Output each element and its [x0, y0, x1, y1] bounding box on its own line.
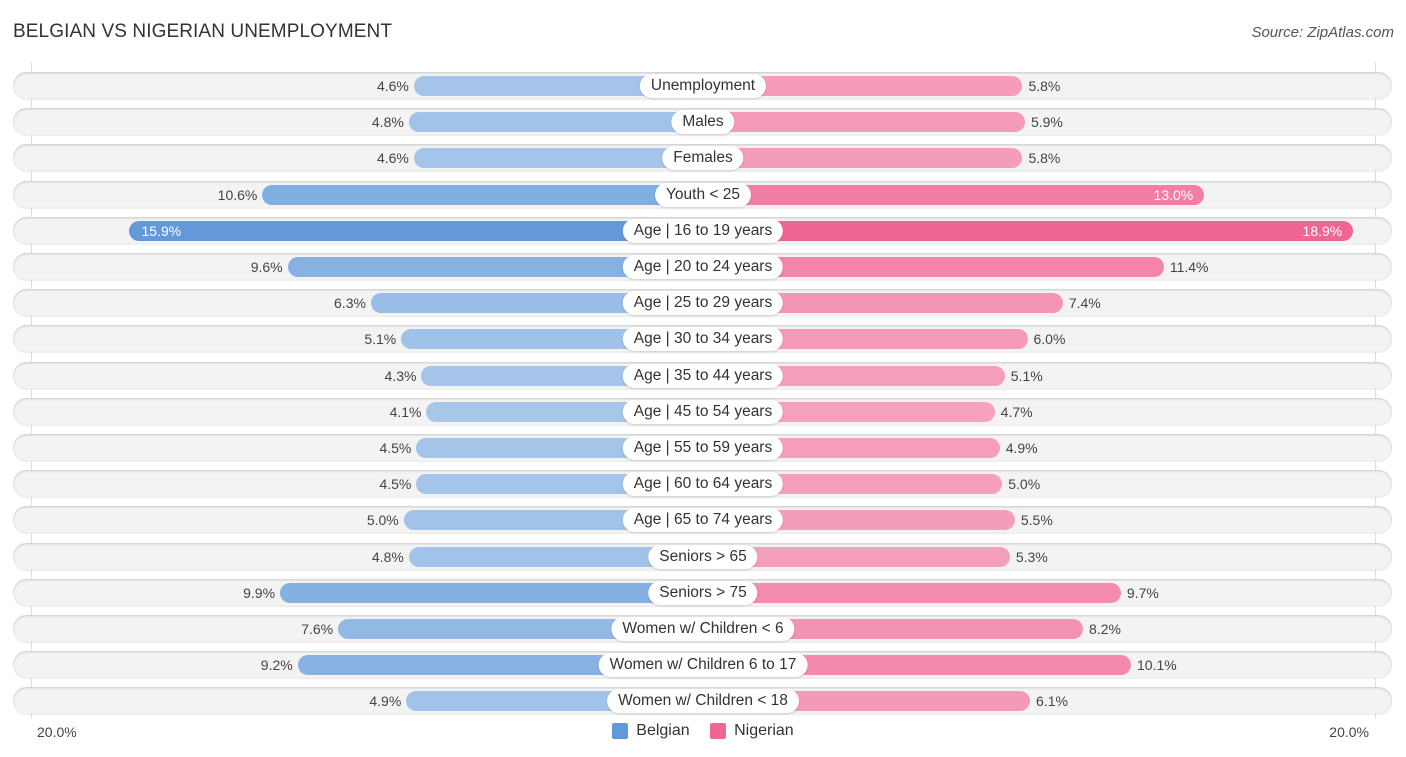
category-label: Males [671, 109, 735, 134]
category-label: Women w/ Children 6 to 17 [598, 652, 808, 677]
value-label-belgian: 4.5% [379, 475, 412, 492]
category-label: Females [662, 145, 744, 170]
legend-item-belgian[interactable]: Belgian [612, 722, 690, 740]
value-label-belgian: 5.1% [364, 330, 397, 347]
bar-belgian[interactable] [262, 184, 703, 205]
legend: Belgian Nigerian [0, 722, 1406, 744]
category-label: Age | 20 to 24 years [622, 254, 784, 279]
value-label-nigerian: 8.2% [1089, 620, 1121, 637]
legend-swatch-nigerian [710, 723, 727, 739]
value-label-nigerian: 7.4% [1068, 294, 1101, 311]
value-label-belgian: 4.3% [384, 367, 417, 384]
value-label-nigerian: 13.0% [1153, 186, 1194, 203]
value-label-nigerian: 11.4% [1169, 258, 1209, 275]
category-label: Age | 55 to 59 years [622, 435, 784, 460]
bar-nigerian[interactable] [703, 582, 1121, 603]
value-label-nigerian: 5.0% [1008, 475, 1041, 492]
value-label-nigerian: 9.7% [1126, 584, 1159, 601]
source-credit: Source: ZipAtlas.com [1251, 24, 1394, 41]
value-label-belgian: 7.6% [301, 620, 334, 637]
value-label-nigerian: 5.5% [1020, 511, 1053, 528]
value-label-belgian: 4.8% [371, 548, 404, 565]
bar-nigerian[interactable] [703, 184, 1205, 205]
value-label-belgian: 6.3% [334, 294, 366, 311]
value-label-belgian: 4.6% [376, 149, 409, 166]
legend-item-nigerian[interactable]: Nigerian [710, 722, 794, 740]
value-label-nigerian: 6.0% [1033, 330, 1066, 347]
category-label: Age | 16 to 19 years [622, 218, 784, 243]
value-label-nigerian: 4.7% [1000, 403, 1033, 420]
value-label-belgian: 9.9% [243, 584, 276, 601]
value-label-belgian: 4.1% [389, 403, 422, 420]
value-label-nigerian: 5.3% [1015, 548, 1048, 565]
value-label-nigerian: 18.9% [1302, 222, 1343, 239]
bar-belgian[interactable] [413, 147, 703, 168]
bar-nigerian[interactable] [703, 220, 1354, 241]
value-label-belgian: 10.6% [217, 186, 258, 203]
value-label-nigerian: 5.1% [1010, 367, 1043, 384]
value-label-belgian: 9.2% [260, 656, 293, 673]
value-label-belgian: 4.6% [376, 77, 409, 94]
category-label: Age | 45 to 54 years [622, 399, 784, 424]
category-label: Age | 65 to 74 years [622, 507, 784, 532]
value-label-belgian: 4.5% [379, 439, 412, 456]
value-label-belgian: 5.0% [366, 511, 399, 528]
category-label: Women w/ Children < 6 [611, 616, 795, 641]
category-label: Age | 60 to 64 years [622, 471, 784, 496]
bar-belgian[interactable] [408, 111, 703, 132]
value-label-belgian: 4.8% [371, 113, 404, 130]
bar-belgian[interactable] [280, 582, 703, 603]
value-label-belgian: 15.9% [141, 222, 182, 239]
bar-nigerian[interactable] [703, 147, 1023, 168]
value-label-belgian: 9.6% [250, 258, 283, 275]
category-label: Age | 25 to 29 years [622, 290, 784, 315]
category-label: Age | 30 to 34 years [622, 326, 784, 351]
value-label-nigerian: 5.9% [1030, 113, 1063, 130]
legend-label-belgian: Belgian [636, 722, 690, 739]
chart-title: BELGIAN VS NIGERIAN UNEMPLOYMENT [13, 21, 393, 42]
value-label-nigerian: 4.9% [1005, 439, 1038, 456]
value-label-nigerian: 6.1% [1036, 692, 1068, 709]
category-label: Seniors > 65 [648, 544, 758, 569]
bar-nigerian[interactable] [703, 111, 1025, 132]
value-label-belgian: 4.9% [369, 692, 402, 709]
legend-swatch-belgian [612, 723, 629, 739]
category-label: Youth < 25 [655, 182, 751, 207]
category-label: Seniors > 75 [648, 580, 758, 605]
legend-label-nigerian: Nigerian [734, 722, 794, 739]
value-label-nigerian: 5.8% [1028, 149, 1061, 166]
category-label: Age | 35 to 44 years [622, 363, 784, 388]
value-label-nigerian: 10.1% [1137, 656, 1177, 673]
category-label: Unemployment [639, 73, 767, 98]
value-label-nigerian: 5.8% [1028, 77, 1061, 94]
bar-belgian[interactable] [128, 220, 703, 241]
category-label: Women w/ Children < 18 [607, 688, 799, 713]
